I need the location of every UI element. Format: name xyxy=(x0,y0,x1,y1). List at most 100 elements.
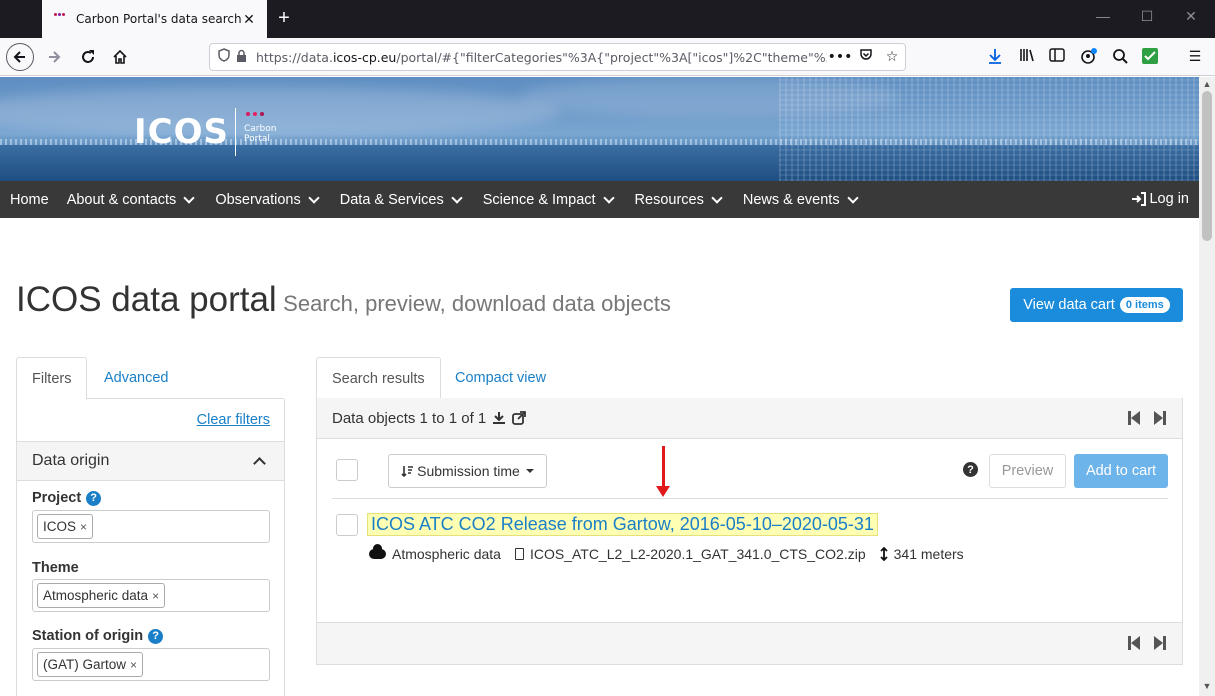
help-icon[interactable]: ? xyxy=(963,462,978,477)
result-tabs: Search results Compact view xyxy=(316,357,1182,400)
select-all-checkbox[interactable] xyxy=(336,459,358,481)
download-icon[interactable] xyxy=(492,411,506,425)
tab-title: Carbon Portal's data search xyxy=(76,12,241,26)
project-filter-label: Project ? xyxy=(32,490,102,506)
address-bar[interactable]: https://data.icos-cp.eu/portal/#{"filter… xyxy=(209,43,906,71)
result-item-title-link[interactable]: ICOS ATC CO2 Release from Gartow, 2016-0… xyxy=(367,513,878,536)
chevron-down-icon xyxy=(711,191,723,204)
chevron-down-icon xyxy=(451,191,463,204)
result-filename: ICOS_ATC_L2_L2-2020.1_GAT_341.0_CTS_CO2.… xyxy=(514,546,866,562)
menu-item-data-services[interactable]: Data & Services xyxy=(330,192,465,208)
bookmark-star-icon[interactable]: ☆ xyxy=(879,49,905,65)
divider xyxy=(332,498,1168,499)
station-filter-input[interactable]: (GAT) Gartow × xyxy=(32,648,270,681)
cart-count-badge: 0 items xyxy=(1119,297,1170,313)
filter-tabs: Filters Advanced xyxy=(16,357,284,400)
chevron-down-icon xyxy=(846,191,859,204)
url-text: https://data.icos-cp.eu/portal/#{"filter… xyxy=(256,49,827,65)
scroll-up-arrow-icon[interactable]: ▲ xyxy=(1199,79,1215,89)
annotation-arrow-head-icon xyxy=(656,486,670,497)
remove-chip-icon[interactable]: × xyxy=(80,520,87,534)
banner-data-pattern xyxy=(779,77,1199,181)
minimize-window-button[interactable]: — xyxy=(1088,8,1118,24)
clear-filters-link[interactable]: Clear filters xyxy=(197,412,270,428)
vertical-arrows-icon xyxy=(879,547,888,561)
help-icon[interactable]: ? xyxy=(148,628,164,644)
login-link[interactable]: Log in xyxy=(1131,191,1189,207)
project-filter-input[interactable]: ICOS × xyxy=(32,510,270,543)
tab-search-results[interactable]: Search results xyxy=(316,357,441,400)
sort-icon xyxy=(401,465,414,477)
first-page-icon[interactable] xyxy=(1128,411,1140,425)
first-page-icon[interactable] xyxy=(1128,636,1140,650)
section-title: Data origin xyxy=(32,452,110,469)
hamburger-menu-icon[interactable]: ☰ xyxy=(1185,48,1205,65)
sidebar-icon[interactable] xyxy=(1047,48,1067,65)
result-theme: Atmospheric data xyxy=(369,544,501,562)
share-icon[interactable] xyxy=(512,411,527,425)
scroll-down-arrow-icon[interactable]: ▼ xyxy=(1199,681,1215,691)
scrollbar-thumb[interactable] xyxy=(1202,91,1212,241)
tab-compact-view[interactable]: Compact view xyxy=(440,357,561,399)
sort-dropdown-button[interactable]: Submission time xyxy=(388,454,547,488)
menu-item-observations[interactable]: Observations xyxy=(205,192,321,208)
page-title: ICOS data portal Search, preview, downlo… xyxy=(16,280,671,320)
add-to-cart-button[interactable]: Add to cart xyxy=(1074,454,1168,488)
page-scrollbar[interactable]: ▲ ▼ xyxy=(1199,77,1215,696)
page-actions-menu-icon[interactable]: ••• xyxy=(827,49,853,65)
close-window-button[interactable]: ✕ xyxy=(1176,8,1206,25)
cart-button-label: View data cart xyxy=(1023,297,1115,313)
tracking-protection-shield-icon[interactable] xyxy=(218,48,236,66)
filter-chip: (GAT) Gartow × xyxy=(37,652,144,677)
search-extension-icon[interactable] xyxy=(1110,48,1130,67)
caret-down-icon xyxy=(525,469,534,473)
lock-icon[interactable] xyxy=(236,49,256,66)
tab-filters[interactable]: Filters xyxy=(16,357,88,400)
downloads-icon[interactable] xyxy=(985,48,1005,67)
next-page-icon[interactable] xyxy=(1154,411,1166,425)
library-icon[interactable] xyxy=(1017,48,1037,65)
menu-item-news-events[interactable]: News & events xyxy=(733,192,861,208)
close-tab-icon[interactable]: ✕ xyxy=(241,11,257,28)
station-filter-label: Station of origin ? xyxy=(32,628,164,644)
logo-divider xyxy=(235,108,236,156)
theme-filter-input[interactable]: Atmospheric data × xyxy=(32,579,270,612)
theme-filter-label: Theme xyxy=(32,560,79,576)
home-button[interactable] xyxy=(106,43,134,71)
browser-toolbar: https://data.icos-cp.eu/portal/#{"filter… xyxy=(0,38,1215,76)
reload-button[interactable] xyxy=(74,43,102,71)
menu-item-about[interactable]: About & contacts xyxy=(57,192,198,208)
tab-advanced[interactable]: Advanced xyxy=(89,357,184,399)
pagination-controls xyxy=(1128,411,1166,425)
login-icon xyxy=(1132,192,1147,206)
site-banner: ICOS Carbon Portal xyxy=(0,77,1199,181)
maximize-window-button[interactable]: ☐ xyxy=(1132,8,1162,25)
forward-button[interactable] xyxy=(40,43,68,71)
checkmark-extension-icon[interactable] xyxy=(1140,48,1160,67)
new-tab-button[interactable]: + xyxy=(272,6,296,30)
next-page-icon[interactable] xyxy=(1154,636,1166,650)
icos-logo[interactable]: ICOS Carbon Portal xyxy=(134,108,276,156)
browser-tab-bar: Carbon Portal's data search ✕ + — ☐ ✕ xyxy=(0,0,1215,38)
menu-item-resources[interactable]: Resources xyxy=(625,192,725,208)
menu-item-science-impact[interactable]: Science & Impact xyxy=(473,192,617,208)
remove-chip-icon[interactable]: × xyxy=(130,658,137,672)
browser-tab[interactable]: Carbon Portal's data search ✕ xyxy=(42,0,267,38)
results-count: Data objects 1 to 1 of 1 xyxy=(332,409,487,427)
view-data-cart-button[interactable]: View data cart 0 items xyxy=(1010,288,1183,322)
account-extension-icon[interactable] xyxy=(1079,48,1099,67)
back-button[interactable] xyxy=(6,43,34,71)
results-panel: Data objects 1 to 1 of 1 Submission time… xyxy=(316,398,1183,665)
remove-chip-icon[interactable]: × xyxy=(152,589,159,603)
sort-label: Submission time xyxy=(417,463,520,479)
menu-item-home[interactable]: Home xyxy=(0,192,49,208)
result-item-checkbox[interactable] xyxy=(336,514,358,536)
help-icon[interactable]: ? xyxy=(86,490,102,506)
chevron-up-icon xyxy=(253,457,266,470)
pocket-icon[interactable] xyxy=(853,48,879,66)
chevron-down-icon xyxy=(602,191,615,204)
data-origin-section-header[interactable]: Data origin xyxy=(17,441,284,481)
banner-cloud xyxy=(0,87,560,137)
filters-panel: Clear filters Data origin Project ? ICOS… xyxy=(16,399,285,696)
preview-button[interactable]: Preview xyxy=(989,454,1066,488)
